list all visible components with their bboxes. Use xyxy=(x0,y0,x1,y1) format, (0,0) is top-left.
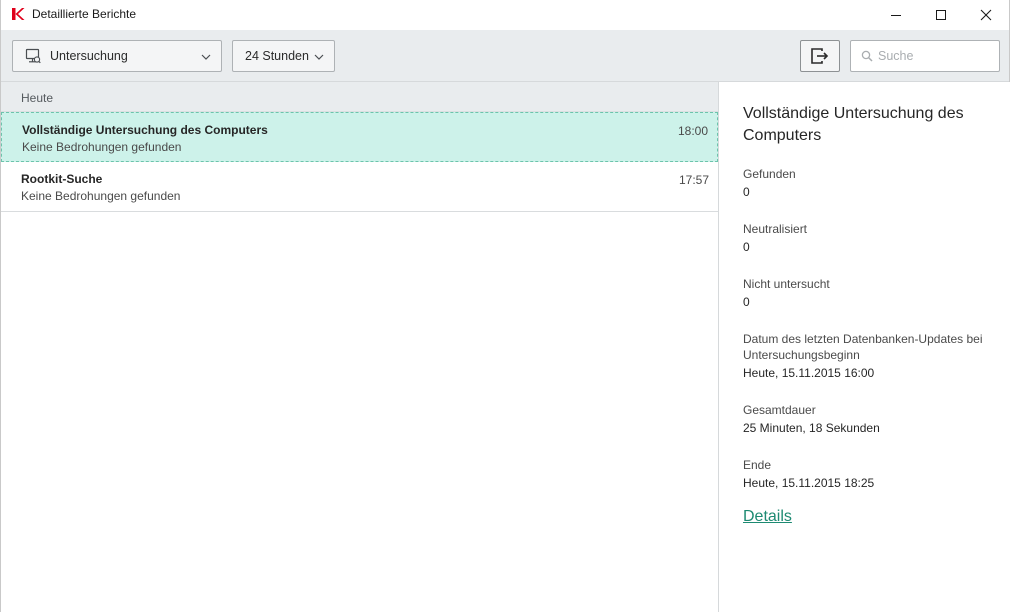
search-field[interactable] xyxy=(850,40,1000,72)
search-icon xyxy=(861,50,873,62)
window-title: Detaillierte Berichte xyxy=(32,7,137,21)
end-label: Ende xyxy=(743,458,772,472)
total-duration-value: 25 Minuten, 18 Sekunden xyxy=(743,421,880,435)
list-item-time: 18:00 xyxy=(677,124,708,138)
list-item-status: Keine Bedrohungen gefunden xyxy=(22,140,182,154)
report-type-select[interactable]: Untersuchung xyxy=(12,40,222,72)
report-window: Detaillierte Berichte Untersuchung 24 St… xyxy=(0,0,1010,612)
db-update-label: Datum des letzten Datenbanken-Updates be… xyxy=(743,332,983,362)
monitor-icon xyxy=(25,48,41,64)
group-header-label: Heute xyxy=(21,91,54,105)
report-list: Heute Vollständige Untersuchung des Comp… xyxy=(1,82,718,612)
export-icon xyxy=(811,48,829,64)
minimize-button[interactable] xyxy=(873,0,919,30)
db-update-value: Heute, 15.11.2015 16:00 xyxy=(743,366,875,380)
list-item-title: Vollständige Untersuchung des Computers xyxy=(22,123,268,137)
details-title: Vollständige Untersuchung des Computers xyxy=(743,105,964,144)
title-bar: Detaillierte Berichte xyxy=(1,0,1009,30)
report-type-value: Untersuchung xyxy=(50,49,128,63)
close-button[interactable] xyxy=(963,0,1009,30)
kaspersky-logo-icon xyxy=(12,8,25,20)
maximize-button[interactable] xyxy=(918,0,964,30)
toolbar: Untersuchung 24 Stunden xyxy=(1,30,1009,82)
search-input[interactable] xyxy=(878,49,988,63)
end-value: Heute, 15.11.2015 18:25 xyxy=(743,476,875,490)
total-duration-label: Gesamtdauer xyxy=(743,403,816,417)
list-item[interactable]: Vollständige Untersuchung des Computers … xyxy=(1,112,718,162)
chevron-down-icon xyxy=(314,54,324,60)
time-period-value: 24 Stunden xyxy=(245,49,309,63)
minimize-icon xyxy=(891,15,901,16)
time-period-select[interactable]: 24 Stunden xyxy=(232,40,335,72)
maximize-icon xyxy=(936,10,946,20)
not-scanned-label: Nicht untersucht xyxy=(743,277,830,291)
group-header: Heute xyxy=(1,82,718,112)
close-icon xyxy=(980,9,992,21)
neutralized-label: Neutralisiert xyxy=(743,222,808,236)
not-scanned-value: 0 xyxy=(743,295,750,309)
chevron-down-icon xyxy=(201,54,211,60)
list-item-status: Keine Bedrohungen gefunden xyxy=(21,189,181,203)
list-item-time: 17:57 xyxy=(678,173,709,187)
details-pane: Vollständige Untersuchung des Computers … xyxy=(718,82,1010,612)
list-item-title: Rootkit-Suche xyxy=(21,172,103,186)
found-value: 0 xyxy=(743,185,750,199)
list-item[interactable]: Rootkit-Suche Keine Bedrohungen gefunden… xyxy=(1,162,718,212)
neutralized-value: 0 xyxy=(743,240,750,254)
found-label: Gefunden xyxy=(743,167,796,181)
export-button[interactable] xyxy=(800,40,840,72)
details-link[interactable]: Details xyxy=(743,508,792,526)
